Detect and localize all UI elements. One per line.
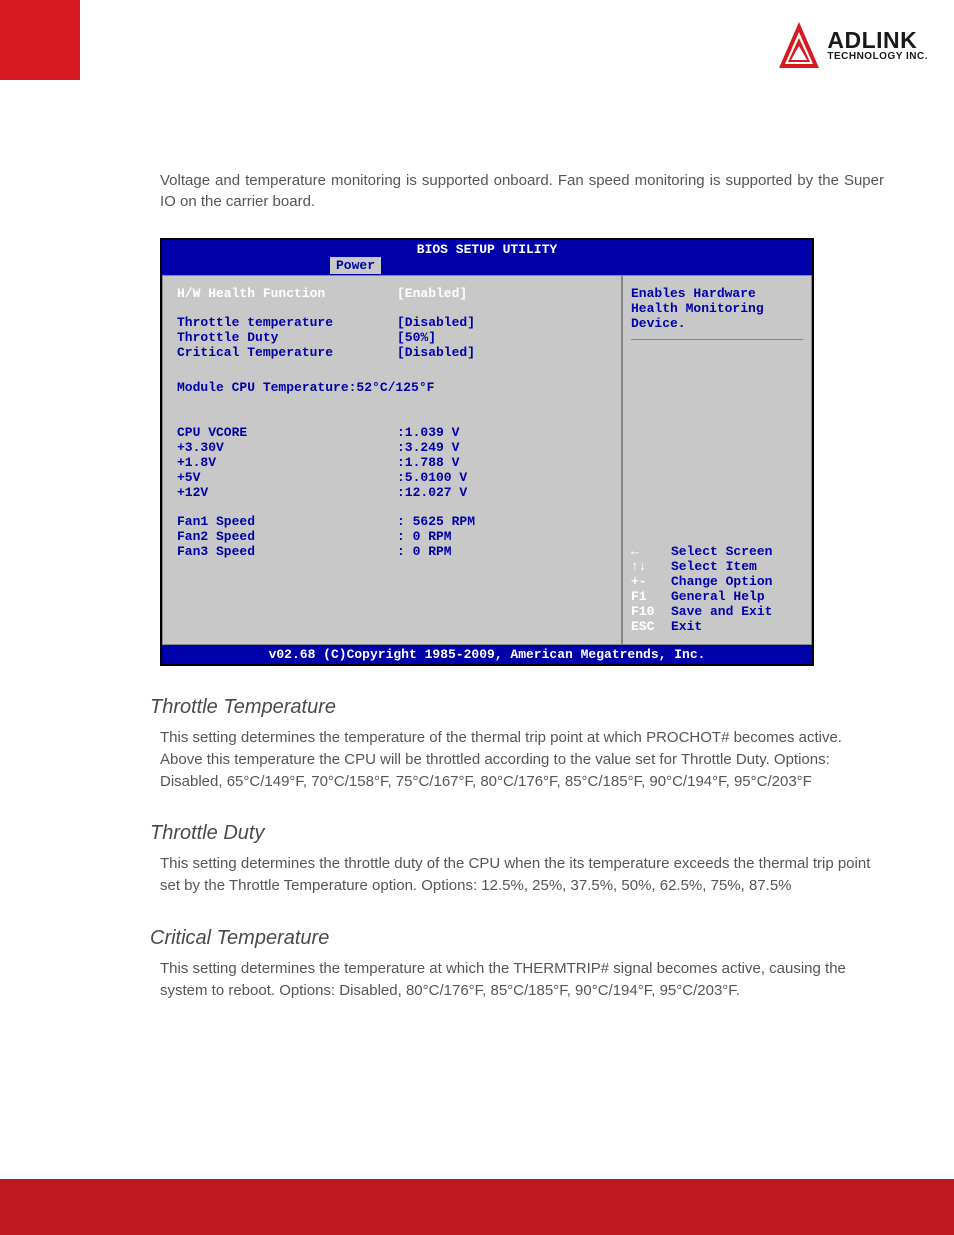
setting-value: [Disabled]: [397, 345, 547, 360]
bios-voltage-row: +12V:12.027 V: [177, 485, 611, 500]
help-text: Select Screen: [671, 544, 772, 559]
setting-label: Critical Temperature: [177, 345, 397, 360]
help-text: Save and Exit: [671, 604, 772, 619]
help-key: ←: [631, 544, 671, 559]
setting-value: [Enabled]: [397, 286, 547, 301]
intro-paragraph: Voltage and temperature monitoring is su…: [160, 170, 884, 212]
bios-fan-row: Fan2 Speed: 0 RPM: [177, 529, 611, 544]
setting-value: [Disabled]: [397, 315, 547, 330]
voltage-value: :1.039 V: [397, 425, 547, 440]
adlink-logo: ADLINK TECHNOLOGY INC.: [777, 20, 928, 70]
section-body: This setting determines the throttle dut…: [160, 853, 884, 897]
help-key: +-: [631, 574, 671, 589]
help-text: Exit: [671, 619, 702, 634]
bios-help-key-row: ↑↓Select Item: [631, 559, 803, 574]
fan-value: : 5625 RPM: [397, 514, 547, 529]
bios-help-desc-1: Enables Hardware: [631, 286, 803, 301]
bios-help-key-row: F1General Help: [631, 589, 803, 604]
voltage-value: :12.027 V: [397, 485, 547, 500]
voltage-label: +1.8V: [177, 455, 397, 470]
bios-voltage-row: +5V:5.0100 V: [177, 470, 611, 485]
page-content: Voltage and temperature monitoring is su…: [0, 0, 954, 1061]
setting-label: Throttle Duty: [177, 330, 397, 345]
section-heading: Throttle Duty: [150, 822, 884, 845]
fan-value: : 0 RPM: [397, 544, 547, 559]
help-key: F1: [631, 589, 671, 604]
setting-value: [50%]: [397, 330, 547, 345]
bios-main-panel: H/W Health Function [Enabled] Throttle t…: [162, 275, 622, 645]
fan-value: : 0 RPM: [397, 529, 547, 544]
bios-voltage-row: +3.30V:3.249 V: [177, 440, 611, 455]
voltage-label: +12V: [177, 485, 397, 500]
help-key: ESC: [631, 619, 671, 634]
voltage-label: +3.30V: [177, 440, 397, 455]
help-key: ↑↓: [631, 559, 671, 574]
bios-screenshot: BIOS SETUP UTILITY Power H/W Health Func…: [160, 238, 814, 666]
bios-help-key-row: F10Save and Exit: [631, 604, 803, 619]
bios-help-desc-2: Health Monitoring: [631, 301, 803, 316]
help-text: Select Item: [671, 559, 757, 574]
bios-setting-hw-health[interactable]: H/W Health Function [Enabled]: [177, 286, 611, 301]
bios-setting-row[interactable]: Throttle temperature[Disabled]: [177, 315, 611, 330]
help-text: Change Option: [671, 574, 772, 589]
setting-label: Throttle temperature: [177, 315, 397, 330]
bios-help-desc-3: Device.: [631, 316, 803, 331]
setting-label: H/W Health Function: [177, 286, 397, 301]
page-footer-bar: [0, 1179, 954, 1235]
voltage-label: +5V: [177, 470, 397, 485]
bios-help-key-row: ←Select Screen: [631, 544, 803, 559]
bios-fan-row: Fan1 Speed: 5625 RPM: [177, 514, 611, 529]
bios-voltage-row: CPU VCORE:1.039 V: [177, 425, 611, 440]
help-key: F10: [631, 604, 671, 619]
bios-tab-power[interactable]: Power: [330, 257, 381, 274]
bios-help-key-row: ESCExit: [631, 619, 803, 634]
corner-accent: [0, 0, 80, 80]
voltage-value: :3.249 V: [397, 440, 547, 455]
fan-label: Fan2 Speed: [177, 529, 397, 544]
bios-setting-row[interactable]: Critical Temperature[Disabled]: [177, 345, 611, 360]
voltage-value: :1.788 V: [397, 455, 547, 470]
bios-footer: v02.68 (C)Copyright 1985-2009, American …: [162, 645, 812, 664]
section-heading: Critical Temperature: [150, 927, 884, 950]
help-text: General Help: [671, 589, 765, 604]
bios-voltage-row: +1.8V:1.788 V: [177, 455, 611, 470]
bios-tab-bar: Power: [162, 257, 812, 275]
bios-title: BIOS SETUP UTILITY: [162, 240, 812, 257]
logo-triangle-icon: [777, 20, 821, 70]
fan-label: Fan1 Speed: [177, 514, 397, 529]
bios-fan-row: Fan3 Speed: 0 RPM: [177, 544, 611, 559]
voltage-value: :5.0100 V: [397, 470, 547, 485]
section-body: This setting determines the temperature …: [160, 958, 884, 1002]
logo-text-sub: TECHNOLOGY INC.: [827, 52, 928, 62]
bios-side-panel: Enables Hardware Health Monitoring Devic…: [622, 275, 812, 645]
section-body: This setting determines the temperature …: [160, 727, 884, 792]
logo-text-main: ADLINK: [827, 29, 928, 52]
bios-setting-row[interactable]: Throttle Duty[50%]: [177, 330, 611, 345]
section-heading: Throttle Temperature: [150, 696, 884, 719]
voltage-label: CPU VCORE: [177, 425, 397, 440]
module-cpu-temp: Module CPU Temperature:52°C/125°F: [177, 380, 611, 395]
fan-label: Fan3 Speed: [177, 544, 397, 559]
bios-help-key-row: +-Change Option: [631, 574, 803, 589]
